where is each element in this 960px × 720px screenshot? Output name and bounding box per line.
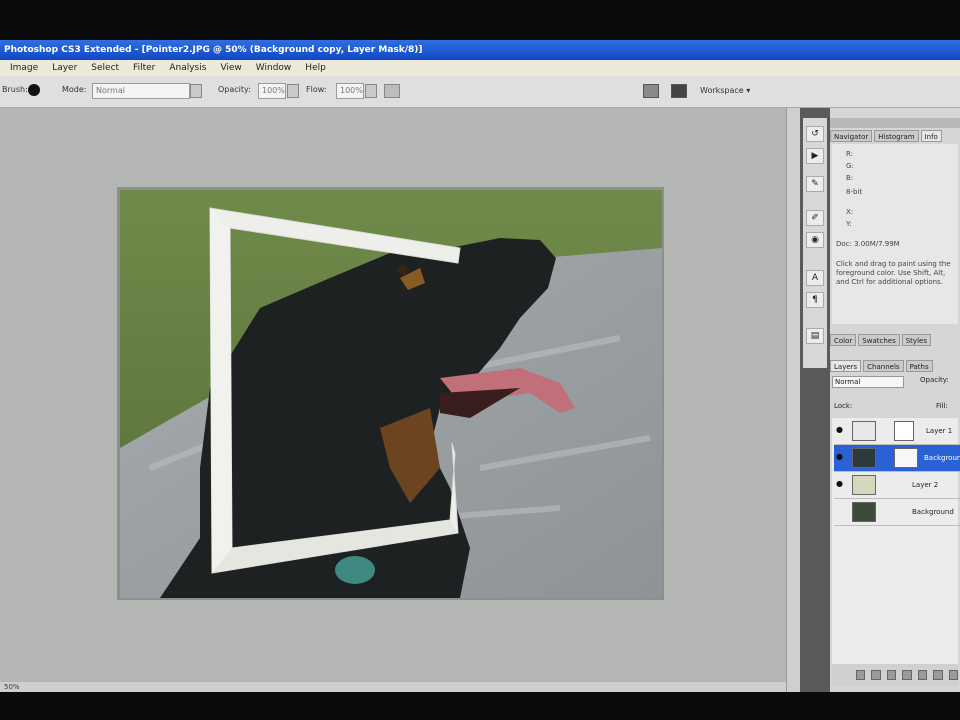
flow-slider-button[interactable] <box>365 84 377 98</box>
collapsed-panel-icons: ↺ ▶ ✎ ✐ ◉ A ¶ ▤ <box>803 118 827 368</box>
tab-paths[interactable]: Paths <box>905 360 933 372</box>
layers-panel-tabs: Layers Channels Paths <box>830 360 960 372</box>
opacity-field[interactable]: 100% <box>258 83 286 99</box>
opacity-slider-button[interactable] <box>287 84 299 98</box>
layer-mask-thumbnail <box>894 421 914 441</box>
adjustment-layer-icon[interactable] <box>902 670 912 680</box>
info-bitdepth: 8-bit <box>846 188 863 196</box>
visibility-eye-icon[interactable]: ● <box>836 453 846 461</box>
info-b: B: <box>846 174 854 182</box>
info-panel: R: G: B: 8-bit X: Y: Doc: 3.00M/7.99M Cl… <box>832 144 958 324</box>
brush-label: Brush: <box>2 85 28 94</box>
layer-style-icon[interactable] <box>871 670 881 680</box>
document-image[interactable] <box>0 108 786 692</box>
dog-collar-tag <box>335 556 375 584</box>
visibility-eye-icon[interactable]: ● <box>836 426 846 434</box>
info-doc-size: Doc: 3.00M/7.99M <box>836 240 900 248</box>
layers-panel-footer <box>832 664 958 686</box>
tab-navigator[interactable]: Navigator <box>830 130 873 142</box>
video-letterbox-top <box>0 0 960 40</box>
new-group-icon[interactable] <box>917 670 928 680</box>
layer-opacity-label: Opacity: <box>920 376 949 384</box>
layer-name: Background <box>912 508 954 516</box>
menu-window[interactable]: Window <box>256 63 292 73</box>
layer-thumbnail <box>852 421 876 441</box>
info-x: X: <box>846 208 854 216</box>
tool-options-bar: Brush: Mode: Normal Opacity: 100% Flow: … <box>0 76 960 108</box>
trash-icon[interactable] <box>948 670 958 680</box>
menu-image[interactable]: Image <box>10 63 38 73</box>
workspace-button[interactable]: Workspace ▾ <box>700 83 750 99</box>
mode-dropdown-arrow[interactable] <box>190 84 202 98</box>
tab-info[interactable]: Info <box>920 130 942 142</box>
fill-label: Fill: <box>936 402 948 410</box>
paragraph-icon[interactable]: ¶ <box>806 292 824 308</box>
window-title: Photoshop CS3 Extended - [Pointer2.JPG @… <box>4 45 423 55</box>
layer-name: Layer 2 <box>912 481 939 489</box>
layers-list: ● Layer 1 ● Background copy ● Layer 2 Ba… <box>832 418 960 668</box>
brushes-icon[interactable]: ✐ <box>806 210 824 226</box>
actions-icon[interactable]: ▶ <box>806 148 824 164</box>
tab-layers[interactable]: Layers <box>830 360 862 372</box>
character-icon[interactable]: A <box>806 270 824 286</box>
menu-layer[interactable]: Layer <box>52 63 77 73</box>
brush-preset-picker[interactable] <box>28 84 40 96</box>
menu-help[interactable]: Help <box>305 63 326 73</box>
window-title-bar: Photoshop CS3 Extended - [Pointer2.JPG @… <box>0 40 960 60</box>
layer-mask-thumbnail <box>894 448 918 468</box>
visibility-eye-icon[interactable]: ● <box>836 480 846 488</box>
layer-name: Background copy <box>924 454 960 462</box>
info-r: R: <box>846 150 854 158</box>
layer-thumbnail <box>852 448 876 468</box>
menu-analysis[interactable]: Analysis <box>169 63 206 73</box>
palette-well-icon[interactable] <box>643 84 659 98</box>
color-panel-tabs: Color Swatches Styles <box>830 334 960 346</box>
flow-label: Flow: <box>306 85 327 94</box>
info-g: G: <box>846 162 854 170</box>
layer-row[interactable]: ● Background copy <box>834 445 960 472</box>
document-canvas-area[interactable] <box>0 108 786 692</box>
canvas-scrollbar[interactable] <box>786 108 800 692</box>
panel-grip[interactable] <box>830 118 960 128</box>
layer-thumbnail <box>852 502 876 522</box>
flow-field[interactable]: 100% <box>336 83 364 99</box>
info-y: Y: <box>846 220 852 228</box>
mode-label: Mode: <box>62 85 87 94</box>
airbrush-icon[interactable] <box>384 84 400 98</box>
tab-channels[interactable]: Channels <box>863 360 904 372</box>
layer-comps-icon[interactable]: ▤ <box>806 328 824 344</box>
bridge-icon[interactable] <box>671 84 687 98</box>
blend-mode-select[interactable]: Normal <box>832 376 904 388</box>
add-mask-icon[interactable] <box>886 670 897 680</box>
menu-bar: Image Layer Select Filter Analysis View … <box>0 60 960 76</box>
clone-source-icon[interactable]: ◉ <box>806 232 824 248</box>
tab-histogram[interactable]: Histogram <box>874 130 919 142</box>
tool-presets-icon[interactable]: ✎ <box>806 176 824 192</box>
layer-row[interactable]: ● Layer 1 <box>834 418 960 445</box>
zoom-level[interactable]: 50% <box>4 683 20 691</box>
video-letterbox-bottom <box>0 692 960 720</box>
status-bar: 50% <box>0 682 786 692</box>
history-icon[interactable]: ↺ <box>806 126 824 142</box>
mode-select[interactable]: Normal <box>92 83 190 99</box>
layer-thumbnail <box>852 475 876 495</box>
menu-select[interactable]: Select <box>91 63 119 73</box>
layer-name: Layer 1 <box>926 427 953 435</box>
menu-filter[interactable]: Filter <box>133 63 155 73</box>
link-layers-icon[interactable] <box>856 670 866 680</box>
layer-row[interactable]: Background <box>834 499 960 526</box>
layer-row[interactable]: ● Layer 2 <box>834 472 960 499</box>
tab-swatches[interactable]: Swatches <box>858 334 900 346</box>
info-hint: Click and drag to paint using the foregr… <box>836 260 951 286</box>
tab-styles[interactable]: Styles <box>901 334 931 346</box>
dog-eye <box>398 265 408 275</box>
tab-color[interactable]: Color <box>830 334 857 346</box>
lock-label: Lock: <box>834 402 853 410</box>
panel-column: Navigator Histogram Info R: G: B: 8-bit … <box>830 108 960 692</box>
info-panel-tabs: Navigator Histogram Info <box>830 130 960 142</box>
opacity-label: Opacity: <box>218 85 251 94</box>
menu-view[interactable]: View <box>220 63 241 73</box>
new-layer-icon[interactable] <box>933 670 943 680</box>
